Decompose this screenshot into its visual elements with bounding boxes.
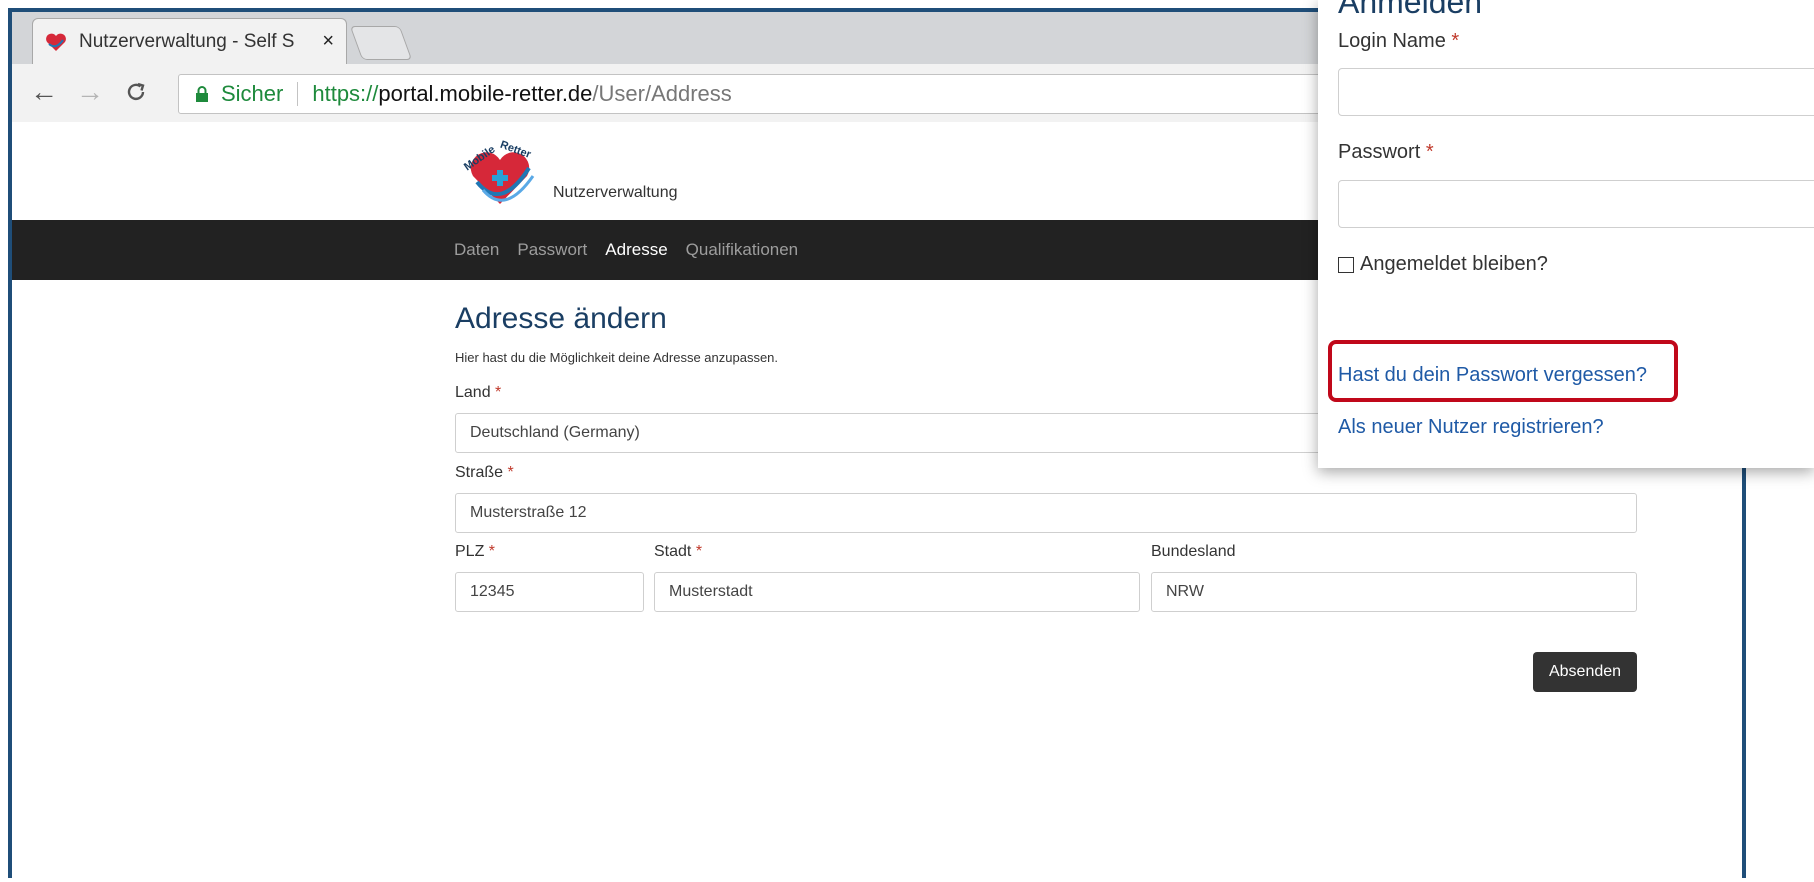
forward-arrow-icon[interactable]: → [70, 72, 110, 112]
stadt-input[interactable]: Musterstadt [654, 572, 1140, 612]
lock-icon [196, 86, 208, 102]
register-link[interactable]: Als neuer Nutzer registrieren? [1338, 416, 1604, 439]
bundesland-input[interactable]: NRW [1151, 572, 1637, 612]
app-name: Nutzerverwaltung [553, 184, 678, 201]
remember-checkbox[interactable] [1338, 256, 1354, 273]
nav-item-adresse[interactable]: Adresse [605, 240, 667, 260]
brand-header: Mobile Retter Nutzerverwaltung [457, 138, 678, 214]
mobile-retter-logo-icon[interactable]: Mobile Retter [457, 138, 543, 214]
browser-tab[interactable]: Nutzerverwaltung - Self S × [32, 18, 347, 64]
nav-links: Daten Passwort Adresse Qualifikationen [454, 220, 816, 280]
tab-title: Nutzerverwaltung - Self S [79, 30, 295, 52]
back-arrow-icon[interactable]: ← [24, 72, 64, 112]
plz-label: PLZ * [455, 543, 496, 560]
url-path: /User/Address [592, 81, 732, 106]
strasse-input[interactable]: Musterstraße 12 [455, 493, 1637, 533]
plz-input[interactable]: 12345 [455, 572, 644, 612]
url-scheme: https:// [312, 81, 379, 106]
login-popup: Anmelden Login Name * Passwort * Angemel… [1318, 0, 1814, 468]
reload-icon[interactable] [116, 72, 156, 112]
remember-me[interactable]: Angemeldet bleiben? [1338, 253, 1548, 276]
forgot-password-link[interactable]: Hast du dein Passwort vergessen? [1338, 364, 1647, 387]
new-tab-button[interactable] [349, 26, 413, 60]
login-name-label: Login Name * [1338, 30, 1460, 52]
nav-item-daten[interactable]: Daten [454, 240, 499, 260]
omnibox-separator [297, 82, 299, 106]
url-host: portal.mobile-retter.de [378, 81, 593, 106]
nav-item-passwort[interactable]: Passwort [517, 240, 587, 260]
password-label: Passwort * [1338, 141, 1434, 163]
remember-label: Angemeldet bleiben? [1360, 253, 1548, 275]
login-title: Anmelden [1338, 0, 1483, 20]
login-name-input[interactable] [1338, 68, 1814, 116]
nav-item-qualifikationen[interactable]: Qualifikationen [686, 240, 798, 260]
strasse-label: Straße * [455, 464, 514, 481]
submit-button[interactable]: Absenden [1533, 652, 1637, 692]
stadt-label: Stadt * [654, 543, 703, 560]
close-tab-icon[interactable]: × [322, 30, 334, 53]
password-input[interactable] [1338, 180, 1814, 228]
bundesland-label: Bundesland [1151, 543, 1236, 560]
land-label: Land * [455, 384, 502, 401]
heart-favicon-icon [46, 33, 66, 51]
secure-label: Sicher [221, 81, 284, 106]
